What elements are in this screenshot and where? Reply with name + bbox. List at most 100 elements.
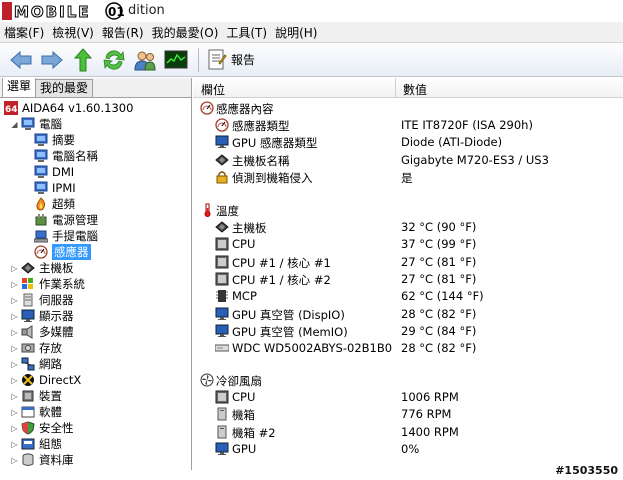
sensor-row[interactable]: GPU 0% (193, 441, 623, 458)
monitor-button[interactable] (163, 47, 189, 73)
menu-file[interactable]: 檔案(F) (4, 24, 50, 41)
tree-item[interactable]: ▷ 伺服器 (0, 292, 191, 308)
menu-help[interactable]: 說明(H) (275, 24, 323, 41)
sensor-row[interactable]: 機箱 #2 1400 RPM (193, 424, 623, 441)
tree-item-label: 安全性 (39, 421, 74, 435)
tree-item[interactable]: DMI (0, 164, 191, 180)
up-arrow-icon (73, 47, 93, 71)
field-value: 是 (401, 170, 413, 185)
hdd-icon (214, 341, 230, 355)
expand-toggle-icon[interactable]: ▷ (10, 440, 19, 449)
sensor-row[interactable]: CPU #1 / 核心 #1 27 °C (81 °F) (193, 254, 623, 271)
expand-toggle-icon[interactable]: ◢ (10, 120, 19, 129)
expand-toggle-icon[interactable]: ▷ (10, 360, 19, 369)
tree-item[interactable]: ▷ 軟體 (0, 404, 191, 420)
sensor-row[interactable]: 機箱 776 RPM (193, 406, 623, 423)
tree-item-label: 組態 (39, 437, 62, 451)
expand-toggle-icon[interactable]: ▷ (10, 424, 19, 433)
refresh-button[interactable] (101, 47, 127, 73)
tree-item[interactable]: 超頻 (0, 196, 191, 212)
sensor-row[interactable]: GPU 真空管 (MemIO) 29 °C (84 °F) (193, 323, 623, 340)
thermometer-icon (200, 203, 214, 217)
display-icon (21, 309, 36, 323)
report-button[interactable]: 報告 (207, 49, 255, 71)
tree-item[interactable]: ▷ 主機板 (0, 260, 191, 276)
section-title: 感應器內容 (216, 102, 274, 116)
tree-item[interactable]: ▷ 存放 (0, 340, 191, 356)
tree-item[interactable]: 電腦名稱 (0, 148, 191, 164)
tree-item[interactable]: ▷ DirectX (0, 372, 191, 388)
network-icon (21, 357, 36, 371)
expand-toggle-icon[interactable]: ▷ (10, 328, 19, 337)
tree-item[interactable]: ▷ 多媒體 (0, 324, 191, 340)
tree-item[interactable]: 64 AIDA64 v1.60.1300 (0, 100, 191, 116)
expand-toggle-icon[interactable]: ▷ (10, 392, 19, 401)
expand-toggle-icon[interactable]: ▷ (10, 456, 19, 465)
nav-tree: 64 AIDA64 v1.60.1300 ◢ 電腦 摘要 電腦名稱 DMI IPMI 超頻 電源管… (0, 98, 191, 468)
tab-favorites[interactable]: 我的最愛 (35, 79, 94, 97)
tree-item[interactable]: 感應器 (0, 244, 191, 260)
expand-toggle-icon[interactable]: ▷ (10, 280, 19, 289)
column-divider[interactable] (395, 78, 396, 98)
sensor-row[interactable]: 主機板名稱 Gigabyte M720-ES3 / US3 (193, 152, 623, 169)
up-button[interactable] (70, 47, 96, 73)
menu-view[interactable]: 檢視(V) (52, 24, 100, 41)
tree-item[interactable]: 摘要 (0, 132, 191, 148)
tree-item[interactable]: ▷ 安全性 (0, 420, 191, 436)
sensor-row[interactable]: CPU 37 °C (99 °F) (193, 236, 623, 253)
menu-report[interactable]: 報告(R) (102, 24, 150, 41)
directx-icon (21, 373, 36, 387)
aida64-icon: 64 (4, 101, 19, 115)
tree-item[interactable]: ◢ 電腦 (0, 116, 191, 132)
tree-item[interactable]: ▷ 資料庫 (0, 452, 191, 468)
chip-icon (215, 289, 229, 303)
expand-toggle-icon[interactable]: ▷ (10, 264, 19, 273)
tree-item[interactable]: 手提電腦 (0, 228, 191, 244)
sensor-row[interactable]: 主機板 32 °C (90 °F) (193, 219, 623, 236)
motherboard-icon (215, 220, 229, 234)
field-value: 27 °C (81 °F) (401, 254, 477, 269)
laptop-icon (33, 229, 49, 243)
device-icon (21, 389, 36, 403)
tree-item[interactable]: ▷ 作業系統 (0, 276, 191, 292)
expand-toggle-icon[interactable]: ▷ (10, 312, 19, 321)
sensor-row[interactable]: CPU #1 / 核心 #2 27 °C (81 °F) (193, 271, 623, 288)
tree-item[interactable]: IPMI (0, 180, 191, 196)
column-value[interactable]: 數值 (403, 81, 427, 98)
column-field[interactable]: 欄位 (201, 81, 225, 98)
tree-item[interactable]: ▷ 裝置 (0, 388, 191, 404)
cpu-icon (215, 237, 229, 251)
field-label: GPU 真空管 (DispIO) (232, 307, 345, 322)
report-icon (208, 49, 227, 69)
field-label: GPU (232, 441, 257, 456)
expand-toggle-icon[interactable]: ▷ (10, 376, 19, 385)
tree-item[interactable]: 電源管理 (0, 212, 191, 228)
toolbar: 報告 (0, 43, 623, 77)
forward-button[interactable] (39, 47, 65, 73)
expand-toggle-icon[interactable]: ▷ (10, 344, 19, 353)
expand-toggle-icon[interactable]: ▷ (10, 296, 19, 305)
sensor-row[interactable]: GPU 感應器類型 Diode (ATI-Diode) (193, 134, 623, 151)
sensor-row[interactable]: WDC WD5002ABYS-02B1B0 28 °C (82 °F) (193, 340, 623, 357)
sensor-row[interactable]: CPU 1006 RPM (193, 389, 623, 406)
sensor-row[interactable]: MCP 62 °C (144 °F) (193, 288, 623, 305)
tree-item-label: 作業系統 (39, 277, 85, 291)
menu-tools[interactable]: 工具(T) (226, 24, 273, 41)
tree-item-label: 感應器 (52, 244, 91, 260)
tree-item[interactable]: ▷ 顯示器 (0, 308, 191, 324)
back-button[interactable] (8, 47, 34, 73)
sensor-monitor-icon (164, 50, 188, 68)
tree-item[interactable]: ▷ 組態 (0, 436, 191, 452)
menu-favorites[interactable]: 我的最愛(O) (152, 24, 225, 41)
sensor-row[interactable]: 偵測到機箱侵入 是 (193, 169, 623, 186)
tab-menu[interactable]: 選單 (2, 78, 37, 97)
display-icon (215, 442, 229, 456)
tree-item[interactable]: ▷ 網路 (0, 356, 191, 372)
tree-item-label: 存放 (39, 341, 62, 355)
expand-toggle-icon[interactable]: ▷ (10, 408, 19, 417)
users-button[interactable] (132, 47, 158, 73)
sensor-row[interactable]: 感應器類型 ITE IT8720F (ISA 290h) (193, 117, 623, 134)
forward-arrow-icon (41, 50, 63, 69)
sensor-row[interactable]: GPU 真空管 (DispIO) 28 °C (82 °F) (193, 306, 623, 323)
flame-icon (34, 197, 49, 211)
